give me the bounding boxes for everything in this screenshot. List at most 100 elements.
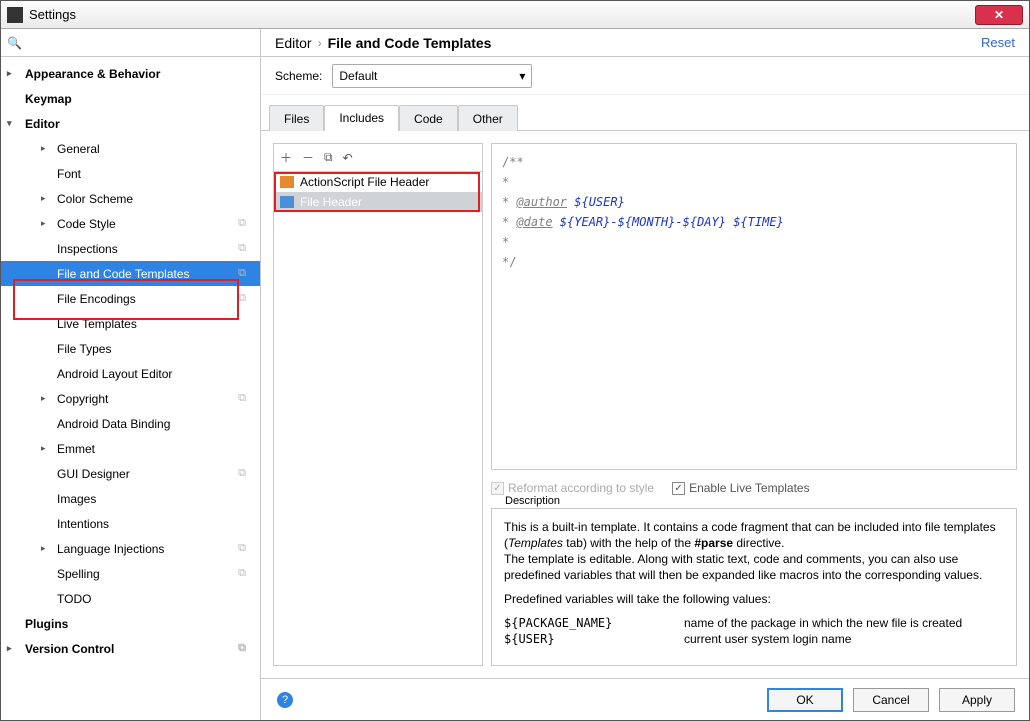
include-item-file-header[interactable]: File Header [274, 192, 482, 212]
sidebar-item-label: Font [57, 167, 81, 181]
variable-desc: current user system login name [684, 631, 851, 647]
sidebar-item-plugins[interactable]: Plugins [1, 611, 260, 636]
sidebar-item-live-templates[interactable]: Live Templates [1, 311, 260, 336]
tabs: FilesIncludesCodeOther [261, 103, 1029, 131]
sidebar-item-spelling[interactable]: Spelling⧉ [1, 561, 260, 586]
close-button[interactable]: ✕ [975, 5, 1023, 25]
sidebar-item-appearance-behavior[interactable]: ▸Appearance & Behavior [1, 61, 260, 86]
sidebar-item-code-style[interactable]: ▸Code Style⧉ [1, 211, 260, 236]
chevron-right-icon: ▸ [41, 393, 51, 404]
scheme-select[interactable]: Default ▾ [332, 64, 532, 88]
chevron-right-icon: ▸ [7, 68, 17, 79]
sidebar-item-color-scheme[interactable]: ▸ Color Scheme [1, 186, 260, 211]
app-icon [7, 7, 23, 23]
includes-list[interactable]: ActionScript File Header File Header [274, 172, 482, 665]
sidebar-item-label: Code Style [57, 217, 116, 231]
ok-button[interactable]: OK [767, 688, 843, 712]
sidebar-item-intentions[interactable]: Intentions [1, 511, 260, 536]
sidebar-item-label: Version Control [25, 642, 114, 656]
reset-link[interactable]: Reset [981, 35, 1015, 50]
checkbox-icon: ✓ [672, 482, 685, 495]
code-line: * [502, 215, 516, 229]
undo-icon[interactable]: ↶ [343, 151, 353, 165]
code-line: */ [502, 255, 516, 269]
sidebar-item-label: Inspections [57, 242, 118, 256]
variable-desc: name of the package in which the new fil… [684, 615, 962, 631]
live-templates-checkbox[interactable]: ✓ Enable Live Templates [672, 481, 810, 495]
sidebar-item-todo[interactable]: TODO [1, 586, 260, 611]
sidebar-item-emmet[interactable]: ▸ Emmet [1, 436, 260, 461]
breadcrumb-leaf: File and Code Templates [328, 35, 492, 51]
live-templates-label: Enable Live Templates [689, 481, 810, 495]
apply-button[interactable]: Apply [939, 688, 1015, 712]
code-line: * [502, 235, 509, 249]
tab-code[interactable]: Code [399, 105, 458, 131]
tab-includes[interactable]: Includes [324, 105, 399, 131]
sidebar-item-label: Intentions [57, 517, 109, 531]
search-input[interactable] [26, 36, 254, 50]
scope-icon: ⧉ [238, 392, 246, 405]
code-tag: @date [516, 215, 552, 229]
sidebar-item-file-and-code-templates[interactable]: File and Code Templates⧉ [1, 261, 260, 286]
add-icon[interactable]: ＋ [280, 149, 292, 166]
search-icon: 🔍 [7, 36, 22, 50]
sidebar-item-gui-designer[interactable]: GUI Designer⧉ [1, 461, 260, 486]
chevron-right-icon: ▸ [41, 543, 51, 554]
template-editor[interactable]: /** * * @author ${USER} * @date ${YEAR}-… [491, 143, 1017, 470]
sidebar-item-font[interactable]: Font [1, 161, 260, 186]
as-icon [280, 176, 294, 188]
code-tag: @author [516, 195, 567, 209]
sidebar-item-label: File Encodings [57, 292, 136, 306]
tab-files[interactable]: Files [269, 105, 324, 131]
include-item-actionscript-file-header[interactable]: ActionScript File Header [274, 172, 482, 192]
options-row: ✓ Reformat according to style ✓ Enable L… [491, 474, 1017, 502]
description-paragraph: The template is editable. Along with sta… [504, 551, 1004, 583]
sidebar-item-label: Android Layout Editor [57, 367, 172, 381]
sidebar-item-inspections[interactable]: Inspections⧉ [1, 236, 260, 261]
sidebar-item-general[interactable]: ▸General [1, 136, 260, 161]
description-legend: Description [501, 495, 564, 507]
chevron-right-icon: ▸ [41, 193, 51, 204]
remove-icon[interactable]: － [302, 149, 314, 166]
fh-icon [280, 196, 294, 208]
sidebar-item-keymap[interactable]: Keymap [1, 86, 260, 111]
chevron-right-icon: ▸ [41, 143, 51, 154]
scope-icon: ⧉ [238, 467, 246, 480]
chevron-right-icon: ▸ [41, 443, 51, 454]
scope-icon: ⧉ [238, 292, 246, 305]
tab-other[interactable]: Other [458, 105, 518, 131]
sidebar-item-label: Emmet [57, 442, 95, 456]
sidebar-item-label: Android Data Binding [57, 417, 170, 431]
cancel-button[interactable]: Cancel [853, 688, 929, 712]
settings-tree[interactable]: ▸Appearance & Behavior Keymap ▾Editor▸Gene… [1, 57, 260, 720]
sidebar-item-file-encodings[interactable]: File Encodings ⧉ [1, 286, 260, 311]
content-area: ＋ － ⧉ ↶ ActionScript File Header File Hea… [261, 131, 1029, 678]
sidebar-item-label: Color Scheme [57, 192, 133, 206]
sidebar-item-label: TODO [57, 592, 91, 606]
reformat-checkbox: ✓ Reformat according to style [491, 481, 654, 495]
include-item-label: ActionScript File Header [300, 175, 429, 189]
sidebar-item-images[interactable]: Images [1, 486, 260, 511]
sidebar-item-label: Live Templates [57, 317, 137, 331]
copy-icon[interactable]: ⧉ [324, 150, 333, 165]
sidebar-item-file-types[interactable]: File Types [1, 336, 260, 361]
code-line: * [502, 195, 516, 209]
sidebar-item-label: Keymap [25, 92, 72, 106]
sidebar-item-android-layout-editor[interactable]: Android Layout Editor [1, 361, 260, 386]
scope-icon: ⧉ [238, 542, 246, 555]
sidebar-item-android-data-binding[interactable]: Android Data Binding [1, 411, 260, 436]
sidebar-item-version-control[interactable]: ▸Version Control⧉ [1, 636, 260, 661]
sidebar-item-language-injections[interactable]: ▸Language Injections⧉ [1, 536, 260, 561]
description-paragraph: This is a built-in template. It contains… [504, 519, 1004, 551]
scope-icon: ⧉ [238, 642, 246, 655]
help-icon[interactable]: ? [277, 692, 293, 708]
sidebar-item-editor[interactable]: ▾Editor [1, 111, 260, 136]
sidebar-item-copyright[interactable]: ▸Copyright⧉ [1, 386, 260, 411]
breadcrumb: Editor › File and Code Templates Reset [261, 29, 1029, 57]
checkbox-icon: ✓ [491, 482, 504, 495]
search-bar: 🔍 [1, 29, 260, 57]
chevron-down-icon: ▾ [7, 118, 17, 129]
breadcrumb-root: Editor [275, 35, 312, 51]
code-line: * [502, 175, 509, 189]
code-line: /** [502, 155, 524, 169]
